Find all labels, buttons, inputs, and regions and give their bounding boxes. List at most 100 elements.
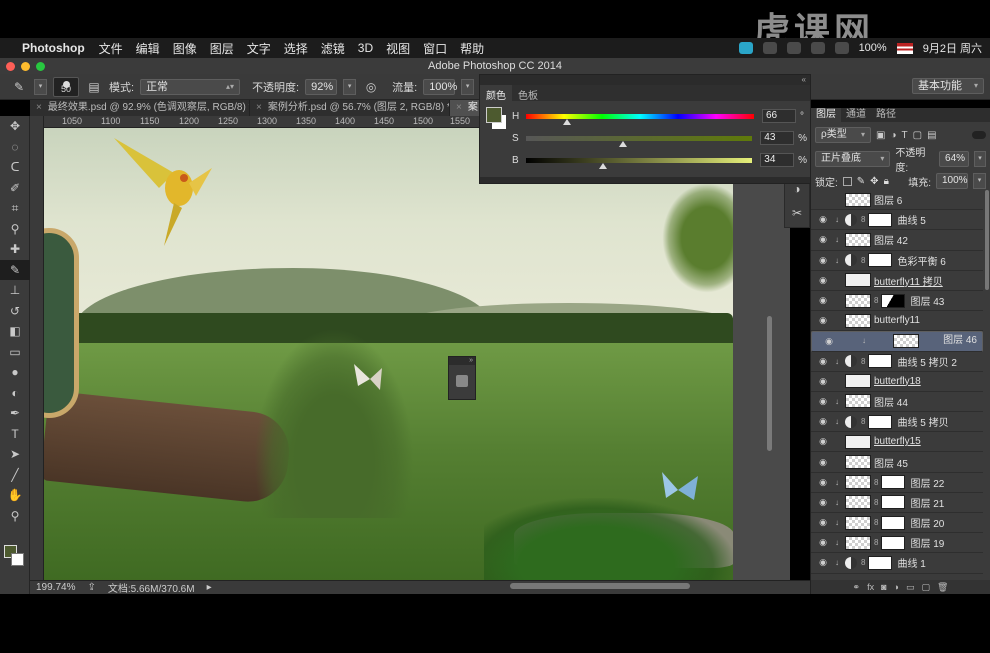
adjustment-layer-icon[interactable] xyxy=(845,556,857,569)
layer-thumbnail[interactable] xyxy=(845,495,871,510)
creative-cloud-icon[interactable] xyxy=(762,42,777,54)
layer-filter-select[interactable]: ρ类型 ▾ xyxy=(815,127,871,143)
layer-opacity-toggle[interactable]: ▾ xyxy=(974,151,986,167)
input-flag-icon[interactable] xyxy=(896,42,913,54)
tool-preset-dropdown[interactable]: ▾ xyxy=(34,78,47,95)
add-mask-icon[interactable]: ◙ xyxy=(881,582,886,592)
brush-tool-icon[interactable]: ✎ xyxy=(0,259,30,280)
layer-row[interactable]: ◉ ↓ 图层 42 xyxy=(811,230,983,251)
menu-select[interactable]: 选择 xyxy=(284,40,308,57)
adjustment-layer-icon[interactable] xyxy=(845,213,857,226)
layer-row[interactable]: ◉ ↓ 8 曲线 5 拷贝 xyxy=(811,412,983,433)
adjustment-layer-icon[interactable] xyxy=(845,415,857,428)
close-tab-icon[interactable]: × xyxy=(456,102,462,113)
layer-row[interactable]: ◉ ↓ 8 图层 21 xyxy=(811,493,983,513)
visibility-eye-icon[interactable]: ◉ xyxy=(811,517,835,528)
layer-name[interactable]: 图层 19 xyxy=(910,535,944,550)
visibility-eye-icon[interactable]: ◉ xyxy=(817,334,841,348)
tab-color[interactable]: 颜色 xyxy=(480,85,512,102)
document-size[interactable]: 文档:5.66M/370.6M xyxy=(108,580,195,595)
minimize-window-button[interactable] xyxy=(21,62,30,71)
opacity-slider-toggle[interactable]: ▾ xyxy=(343,78,357,95)
layer-thumbnail[interactable] xyxy=(845,374,871,389)
export-icon[interactable]: ⇪ xyxy=(87,582,95,593)
layer-name[interactable]: butterfly11 拷贝 xyxy=(874,273,943,288)
zoom-window-button[interactable] xyxy=(36,62,45,71)
layer-name[interactable]: 曲线 5 拷贝 xyxy=(897,414,948,429)
layer-name[interactable]: 色彩平衡 6 xyxy=(897,253,945,268)
mode-select[interactable]: 正常 ▴▾ xyxy=(140,78,241,95)
lock-all-icon[interactable]: 🔒︎ xyxy=(884,176,889,187)
layer-thumbnail[interactable] xyxy=(845,535,871,550)
ruler-origin[interactable] xyxy=(30,116,44,128)
tab-paths[interactable]: 路径 xyxy=(871,108,901,122)
filter-smart-icon[interactable]: ▤ xyxy=(927,130,936,141)
visibility-eye-icon[interactable]: ◉ xyxy=(811,557,835,568)
move-tool-icon[interactable]: ✥ xyxy=(0,116,30,137)
visibility-eye-icon[interactable]: ◉ xyxy=(811,477,835,488)
pressure-opacity-icon[interactable]: ◎ xyxy=(362,78,380,96)
menu-layer[interactable]: 图层 xyxy=(210,40,234,57)
layer-thumbnail[interactable] xyxy=(845,394,871,409)
doc-tab-final[interactable]: × 最终效果.psd @ 92.9% (色调观察层, RGB/8) * xyxy=(30,100,250,116)
link-chain-icon[interactable]: 8 xyxy=(861,256,865,265)
layer-row[interactable]: ◉ ↓ 8 图层 20 xyxy=(811,513,983,534)
hand-tool-icon[interactable]: ✋ xyxy=(0,485,30,506)
brush-panel-toggle-icon[interactable]: ▤ xyxy=(85,78,103,96)
link-chain-icon[interactable]: 8 xyxy=(874,538,878,547)
eraser-tool-icon[interactable]: ◧ xyxy=(0,321,30,342)
clone-stamp-tool-icon[interactable]: ⊥ xyxy=(0,280,30,301)
layer-mask-thumbnail[interactable] xyxy=(881,293,906,308)
hue-slider-thumb[interactable] xyxy=(563,118,572,125)
visibility-eye-icon[interactable]: ◉ xyxy=(811,457,835,468)
visibility-eye-icon[interactable]: ◉ xyxy=(811,295,835,306)
mini-panel-header[interactable]: » xyxy=(449,357,475,365)
hue-slider[interactable] xyxy=(526,113,754,125)
layer-thumbnail[interactable] xyxy=(845,293,871,308)
visibility-eye-icon[interactable]: ◉ xyxy=(811,356,835,367)
clock[interactable]: 9月2日 周六 xyxy=(923,40,982,56)
canvas-horizontal-scrollbar[interactable] xyxy=(510,583,690,589)
camera-icon[interactable] xyxy=(738,42,753,54)
hue-value[interactable]: 66 xyxy=(762,109,796,123)
layer-mask-thumbnail[interactable] xyxy=(868,414,893,429)
opacity-input[interactable]: 92% xyxy=(305,78,338,95)
saturation-slider[interactable] xyxy=(525,135,753,147)
filter-adjust-icon[interactable]: ◑ xyxy=(890,130,896,141)
quick-select-tool-icon[interactable]: ✐ xyxy=(0,178,30,199)
layer-mask-thumbnail[interactable] xyxy=(881,535,906,550)
menu-window[interactable]: 窗口 xyxy=(423,40,447,57)
fill-input[interactable]: 100% xyxy=(936,173,968,189)
pen-tool-icon[interactable]: ✒ xyxy=(0,403,30,424)
brush-preset-picker[interactable]: 50 xyxy=(53,76,79,97)
visibility-eye-icon[interactable]: ◉ xyxy=(811,537,835,548)
layer-row[interactable]: ◉ 图层 45 xyxy=(811,452,983,473)
menu-type[interactable]: 文字 xyxy=(247,40,271,57)
link-chain-icon[interactable]: 8 xyxy=(874,478,878,487)
layer-row[interactable]: ◉ ↓ 图层 46 xyxy=(811,331,983,352)
layer-thumbnail[interactable] xyxy=(845,455,871,470)
brush-tool-icon[interactable]: ✎ xyxy=(10,78,28,96)
dodge-tool-icon[interactable]: ◐ xyxy=(0,383,30,404)
visibility-eye-icon[interactable]: ◉ xyxy=(811,214,835,225)
layer-row[interactable]: ◉ 8 图层 43 xyxy=(811,291,983,312)
layer-row[interactable]: ◉ ↓ 8 图层 19 xyxy=(811,533,983,554)
marquee-tool-icon[interactable]: ◌ xyxy=(0,137,30,158)
battery-level[interactable]: 100% xyxy=(859,42,887,54)
crop-tool-icon[interactable]: ⌗ xyxy=(0,198,30,219)
background-color-swatch[interactable] xyxy=(11,553,24,566)
link-chain-icon[interactable]: 8 xyxy=(861,357,865,366)
brightness-slider[interactable] xyxy=(525,157,753,169)
adjustment-layer-icon[interactable] xyxy=(845,254,857,267)
adjustment-layer-icon[interactable] xyxy=(845,355,857,368)
visibility-eye-icon[interactable]: ◉ xyxy=(811,275,835,286)
link-chain-icon[interactable]: 8 xyxy=(861,215,865,224)
close-window-button[interactable] xyxy=(6,62,15,71)
tools-settings-icon[interactable]: ✂ xyxy=(785,201,809,225)
layer-thumbnail[interactable] xyxy=(845,313,871,328)
visibility-eye-icon[interactable]: ◉ xyxy=(811,255,835,266)
flow-input[interactable]: 100% xyxy=(423,78,457,95)
visibility-eye-icon[interactable]: ◉ xyxy=(811,234,835,245)
layer-mask-thumbnail[interactable] xyxy=(881,515,906,530)
saturation-value[interactable]: 43 xyxy=(760,131,795,145)
